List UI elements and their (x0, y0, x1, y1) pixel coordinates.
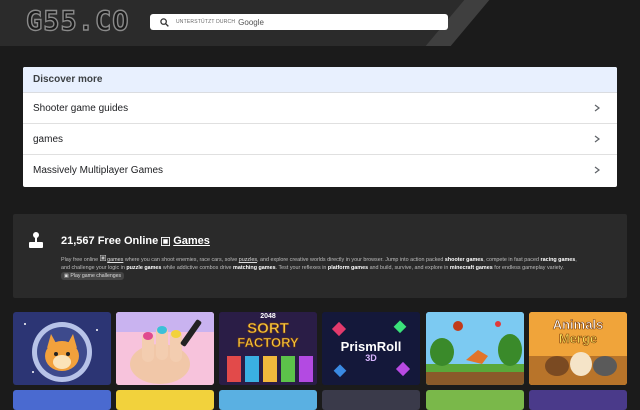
search-icon[interactable] (156, 14, 172, 30)
desc-text: Play free online (61, 257, 99, 263)
desc-text: . Test your reflexes in (275, 265, 327, 271)
matching-games-link[interactable]: matching games (233, 265, 276, 271)
game-title-top: 2048 (260, 313, 276, 320)
game-tile[interactable]: Animals Merge (529, 312, 627, 385)
joystick-icon (29, 232, 43, 248)
game-tile[interactable] (426, 390, 524, 410)
search-powered-label: UNTERSTÜTZT DURCH (176, 19, 236, 25)
desc-text: where you can shoot enemies, race cars, … (124, 257, 238, 263)
game-tile[interactable] (13, 312, 111, 385)
game-tile[interactable] (529, 390, 627, 410)
game-thumbnail (24, 322, 98, 382)
desc-text: , compete in fast paced (483, 257, 539, 263)
game-title: FACTORY (237, 335, 299, 351)
site-logo[interactable]: G55.CO (25, 6, 130, 37)
game-tile[interactable] (116, 390, 214, 410)
game-tile[interactable] (219, 390, 317, 410)
game-tile[interactable] (426, 312, 524, 385)
chip-icon: ▣ (64, 273, 69, 279)
game-title: PrismRoll (340, 339, 402, 354)
games-link[interactable]: Games (173, 235, 210, 247)
puzzles-link[interactable]: puzzles (239, 257, 257, 263)
desc-text: while addictive combos drive (162, 265, 232, 271)
game-title: Animals (552, 317, 604, 333)
game-title: Merge (558, 331, 598, 347)
desc-text: for endless gameplay variety. (494, 265, 564, 271)
game-title: 3D (365, 353, 377, 363)
game-tile[interactable]: 2048 SORT FACTORY (219, 312, 317, 385)
racing-games-link[interactable]: racing games (541, 257, 576, 263)
games-link[interactable]: games (107, 257, 123, 263)
game-tile[interactable] (322, 390, 420, 410)
play-game-challenges-chip[interactable]: ▣ Play game challenges (61, 272, 125, 280)
discover-title: Discover more (23, 67, 617, 93)
discover-more-panel: Discover more Shooter game guides games … (23, 67, 617, 187)
desc-text: , and explore creative worlds directly i… (257, 257, 444, 263)
film-icon (161, 236, 171, 246)
chevron-right-icon (593, 135, 601, 143)
desc-text: and build, survive, and explore in (369, 265, 449, 271)
discover-item[interactable]: games (23, 124, 617, 155)
discover-item-label: games (33, 133, 64, 145)
film-icon (99, 255, 106, 261)
minecraft-games-link[interactable]: minecraft games (450, 265, 493, 271)
site-info-panel: 21,567 Free Online Games Play free onlin… (13, 214, 627, 298)
discover-item-label: Massively Multiplayer Games (33, 164, 164, 176)
search-brand-label: Google (238, 17, 264, 27)
discover-item[interactable]: Shooter game guides (23, 93, 617, 124)
discover-item[interactable]: Massively Multiplayer Games (23, 155, 617, 185)
game-thumbnail (426, 312, 524, 385)
discover-item-label: Shooter game guides (33, 102, 129, 114)
game-tile[interactable]: PrismRoll 3D (322, 312, 420, 385)
platform-games-link[interactable]: platform games (328, 265, 368, 271)
game-tile[interactable] (116, 312, 214, 385)
search-bar[interactable]: UNTERSTÜTZT DURCH Google (150, 14, 448, 30)
chevron-right-icon (593, 166, 601, 174)
games-count: 21,567 Free Online (61, 235, 159, 247)
info-description: Play free online games where you can sho… (61, 255, 581, 280)
games-count-heading: 21,567 Free Online Games (61, 235, 210, 247)
game-thumbnail (116, 312, 214, 385)
game-tile[interactable] (13, 390, 111, 410)
puzzle-games-link[interactable]: puzzle games (126, 265, 161, 271)
chip-label: Play game challenges (70, 273, 122, 279)
site-header: G55.CO UNTERSTÜTZT DURCH Google (0, 0, 640, 46)
chevron-right-icon (593, 104, 601, 112)
shooter-games-link[interactable]: shooter games (445, 257, 483, 263)
